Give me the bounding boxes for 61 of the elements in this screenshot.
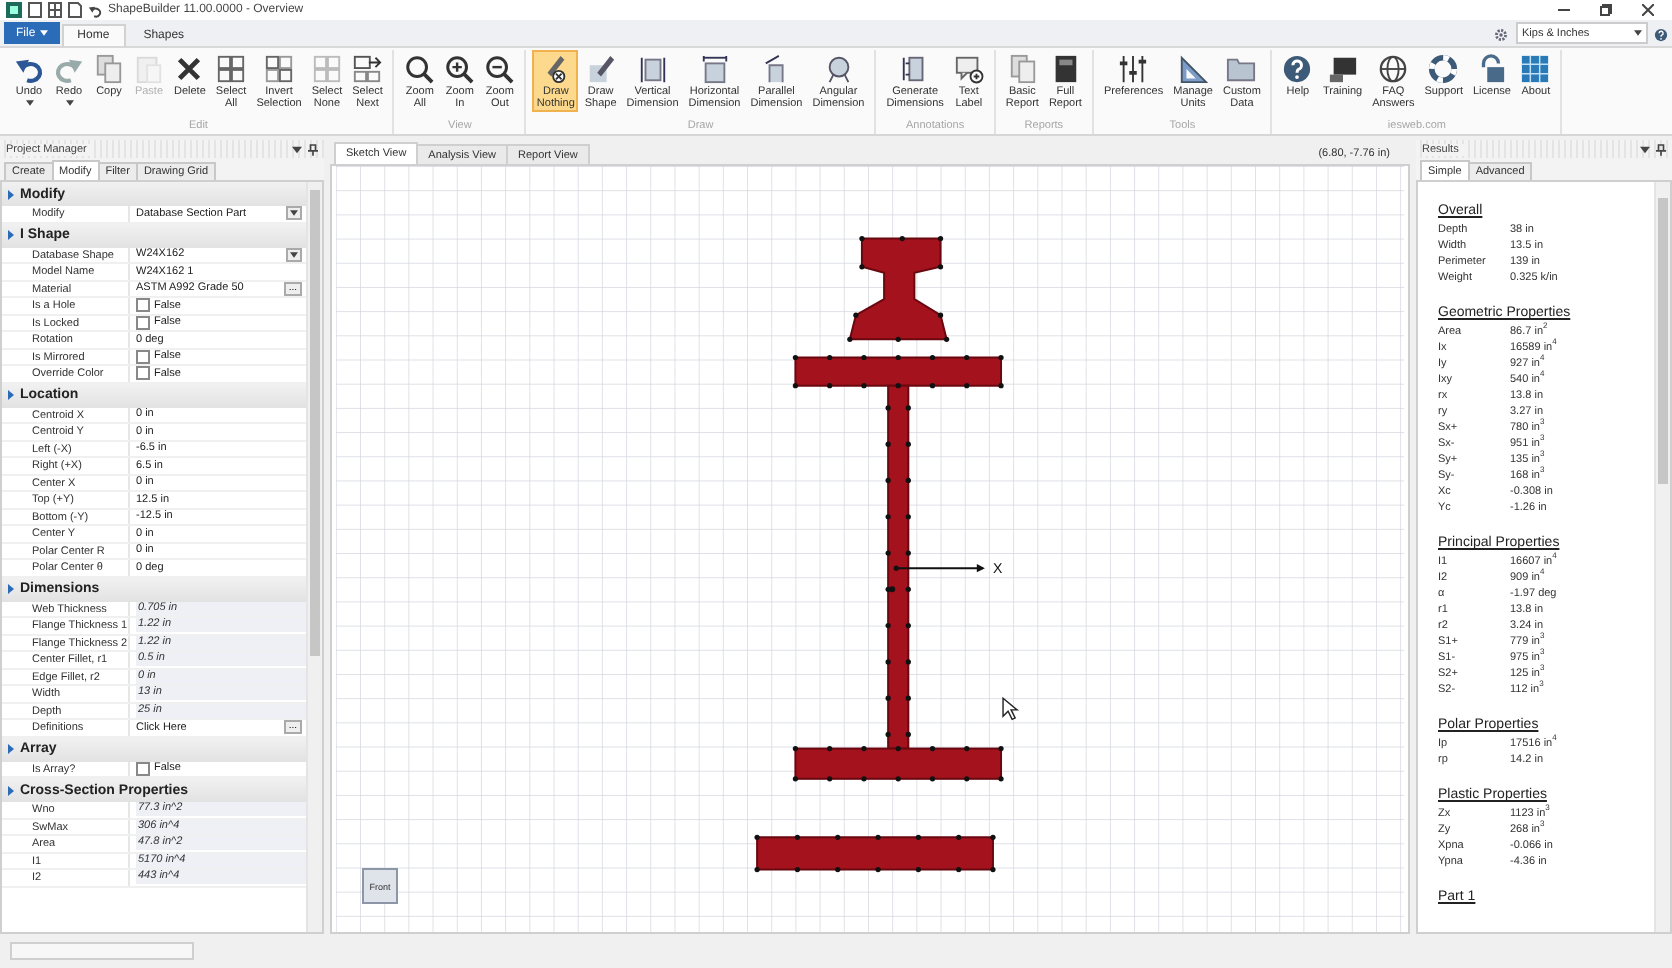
grid-icon[interactable] <box>48 2 62 19</box>
pages-icon <box>1007 54 1038 85</box>
triangle-icon <box>8 189 14 200</box>
book-icon <box>1050 54 1081 85</box>
origin-point <box>889 586 896 593</box>
squares-icon <box>311 54 342 85</box>
squares-icon <box>216 54 247 85</box>
triangle-icon <box>8 785 14 796</box>
lifebuoy-icon <box>1428 54 1459 85</box>
grid-icon <box>1520 54 1551 85</box>
triangle-ruler-icon <box>1178 54 1209 85</box>
app-logo-icon <box>6 2 22 19</box>
undo-icon[interactable] <box>88 3 102 18</box>
caret-icon <box>65 100 73 107</box>
help-icon[interactable] <box>1654 28 1668 43</box>
dimension-icon <box>699 54 730 85</box>
triangle-icon <box>8 744 14 755</box>
minimize-icon[interactable] <box>1558 4 1570 17</box>
padlock-icon <box>1476 54 1507 85</box>
checkbox[interactable] <box>136 298 150 313</box>
copy-icon <box>94 54 124 85</box>
dimension-icon <box>823 54 854 85</box>
scrollbar[interactable] <box>1654 182 1670 933</box>
speech-bubble-icon <box>953 54 984 85</box>
checkbox[interactable] <box>136 366 150 381</box>
restore-icon[interactable] <box>1600 4 1612 17</box>
delete-icon <box>174 54 205 85</box>
cursor-icon <box>1002 697 1020 721</box>
paste-icon <box>134 54 164 85</box>
dropdown-button[interactable] <box>286 206 302 221</box>
caret-icon[interactable] <box>1640 145 1650 154</box>
caret-icon <box>39 30 48 37</box>
triangle-icon <box>8 390 14 401</box>
close-icon[interactable] <box>1642 4 1654 17</box>
magnifier-icon <box>404 54 435 85</box>
sliders-icon <box>1118 54 1149 85</box>
caret-icon[interactable] <box>292 145 302 154</box>
document-icon[interactable] <box>68 2 82 19</box>
zoom-in-icon <box>444 54 475 85</box>
scrollbar[interactable] <box>306 182 322 933</box>
pin-icon[interactable] <box>1656 143 1666 156</box>
help-icon <box>1282 54 1313 85</box>
triangle-icon <box>8 584 14 595</box>
triangle-icon <box>8 230 14 241</box>
globe-icon <box>1378 54 1409 85</box>
dimension-icon <box>637 54 668 85</box>
squares-arrow-icon <box>352 54 383 85</box>
undo-icon <box>14 54 44 85</box>
caret-icon <box>25 100 33 107</box>
gear-icon[interactable] <box>1494 28 1508 43</box>
zoom-out-icon <box>484 54 515 85</box>
folder-icon <box>1226 54 1257 85</box>
x-axis-arrow <box>893 564 985 573</box>
squares-icon <box>264 54 295 85</box>
tee-shape <box>847 236 950 343</box>
pencil-icon <box>585 54 616 85</box>
pin-icon[interactable] <box>308 143 318 156</box>
monitor-icon <box>1327 54 1358 85</box>
redo-icon <box>54 54 84 85</box>
page-icon[interactable] <box>28 2 42 19</box>
caret-icon <box>1634 30 1642 37</box>
